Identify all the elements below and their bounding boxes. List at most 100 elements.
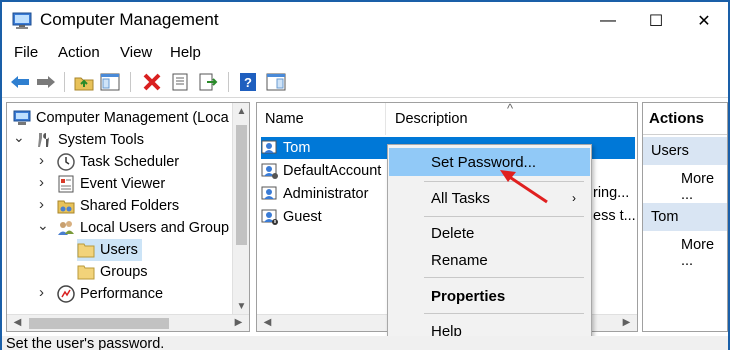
toolbar-separator (64, 72, 65, 92)
tree-vertical-scrollbar[interactable]: ▲ ▼ (232, 103, 249, 315)
shared-folder-icon (57, 197, 75, 215)
menu-separator (424, 216, 584, 217)
user-icon (261, 139, 279, 157)
scroll-right-arrow-icon[interactable]: ▶ (230, 317, 247, 328)
tree-item-performance[interactable]: Performance (57, 283, 163, 305)
folder-icon (77, 263, 95, 281)
scrollbar-thumb[interactable] (29, 318, 169, 329)
tree-item-system-tools[interactable]: System Tools (35, 129, 144, 151)
up-folder-icon[interactable] (72, 70, 96, 94)
back-arrow-icon[interactable] (8, 70, 32, 94)
help-icon[interactable]: ? (236, 70, 260, 94)
menu-item-rename[interactable]: Rename (389, 246, 590, 274)
expand-chevron-icon[interactable]: › (39, 174, 44, 191)
menu-item-delete[interactable]: Delete (389, 219, 590, 247)
table-row[interactable]: Guest (261, 206, 322, 228)
table-row[interactable]: DefaultAccount (261, 160, 381, 182)
console-tree-pane[interactable]: Computer Management (Loca ⌄ System Tools… (6, 102, 250, 332)
export-list-icon[interactable] (196, 70, 220, 94)
table-row[interactable]: Administrator (261, 183, 368, 205)
folder-icon (77, 241, 95, 259)
submenu-arrow-icon: › (572, 191, 576, 205)
menu-view[interactable]: View (120, 44, 152, 61)
minimize-button[interactable]: — (584, 2, 632, 40)
scroll-up-arrow-icon[interactable]: ▲ (233, 106, 249, 117)
menu-action[interactable]: Action (58, 44, 100, 61)
tree-item-label: Local Users and Group (80, 220, 230, 236)
menu-file[interactable]: File (14, 44, 38, 61)
user-icon (261, 185, 279, 203)
column-header-name[interactable]: Name (265, 103, 304, 135)
computer-management-icon (13, 109, 31, 127)
tree-item-shared-folders[interactable]: Shared Folders (57, 195, 179, 217)
properties-icon[interactable] (168, 70, 192, 94)
tree-item-users[interactable]: Users (77, 239, 142, 261)
menu-bar: File Action View Help (2, 40, 728, 66)
table-row[interactable]: Tom (261, 137, 310, 159)
menu-help[interactable]: Help (170, 44, 201, 61)
more-actions-link[interactable]: More ... (681, 171, 727, 203)
menu-item-all-tasks[interactable]: All Tasks › (389, 184, 590, 212)
annotation-arrow-icon (500, 170, 548, 204)
user-description: ring... (593, 185, 630, 201)
actions-section-users[interactable]: Users (643, 137, 727, 165)
status-bar: Set the user's password. (2, 336, 728, 350)
maximize-button[interactable]: ☐ (632, 2, 680, 40)
scroll-right-arrow-icon[interactable]: ▶ (618, 317, 635, 328)
expand-chevron-icon[interactable]: › (39, 152, 44, 169)
scroll-left-arrow-icon[interactable]: ◀ (259, 317, 276, 328)
performance-icon (57, 285, 75, 303)
menu-separator (424, 277, 584, 278)
tree-item-label: Task Scheduler (80, 154, 180, 170)
tree-item-label: Shared Folders (80, 198, 180, 214)
toolbar-separator (130, 72, 131, 92)
scrollbar-thumb[interactable] (236, 125, 247, 245)
expand-chevron-icon[interactable]: › (39, 284, 44, 301)
users-group-icon (57, 219, 75, 237)
menu-item-label: All Tasks (431, 189, 490, 207)
tree-item-local-users-and-groups[interactable]: Local Users and Group (57, 217, 229, 239)
title-bar: Computer Management — ☐ ✕ (2, 2, 728, 40)
computer-management-window: Computer Management — ☐ ✕ File Action Vi… (0, 0, 730, 350)
tree-item-computer-management[interactable]: Computer Management (Loca (13, 107, 229, 129)
collapse-chevron-icon[interactable]: ⌄ (13, 129, 25, 146)
show-hide-action-pane-icon[interactable] (264, 70, 288, 94)
system-tools-icon (35, 131, 53, 149)
tree-item-label: Users (100, 242, 138, 258)
menu-separator (424, 313, 584, 314)
toolbar-separator (228, 72, 229, 92)
toolbar: ? (2, 68, 728, 98)
svg-text:?: ? (244, 75, 252, 90)
sort-indicator-icon: ^ (507, 102, 514, 116)
menu-item-properties[interactable]: Properties (389, 282, 590, 310)
tree-item-task-scheduler[interactable]: Task Scheduler (57, 151, 179, 173)
user-name: Guest (283, 209, 322, 225)
actions-pane: Actions Users More ... Tom More ... (642, 102, 728, 332)
computer-management-app-icon (12, 12, 32, 30)
delete-icon[interactable] (140, 70, 164, 94)
clock-icon (57, 153, 75, 171)
column-divider[interactable] (385, 103, 386, 135)
scroll-left-arrow-icon[interactable]: ◀ (9, 317, 26, 328)
actions-title: Actions (643, 103, 727, 135)
close-button[interactable]: ✕ (680, 2, 728, 40)
tree-item-groups[interactable]: Groups (77, 261, 148, 283)
more-actions-link[interactable]: More ... (681, 237, 727, 269)
user-icon (261, 208, 279, 226)
actions-section-tom[interactable]: Tom (643, 203, 727, 231)
scroll-down-arrow-icon[interactable]: ▼ (233, 301, 249, 312)
tree-item-event-viewer[interactable]: Event Viewer (57, 173, 165, 195)
column-header-description[interactable]: Description (395, 103, 468, 135)
tree-horizontal-scrollbar[interactable]: ◀ ▶ (7, 314, 249, 331)
user-description: ess t... (593, 208, 636, 224)
user-name: DefaultAccount (283, 163, 382, 179)
menu-item-set-password[interactable]: Set Password... (389, 148, 590, 176)
tree-item-label: Performance (80, 286, 164, 302)
tree-item-label: Computer Management (Loca (36, 110, 229, 126)
show-hide-tree-icon[interactable] (98, 70, 122, 94)
expand-chevron-icon[interactable]: › (39, 196, 44, 213)
event-viewer-icon (57, 175, 75, 193)
forward-arrow-icon[interactable] (34, 70, 58, 94)
tree-item-label: Event Viewer (80, 176, 166, 192)
collapse-chevron-icon[interactable]: ⌄ (37, 217, 49, 234)
